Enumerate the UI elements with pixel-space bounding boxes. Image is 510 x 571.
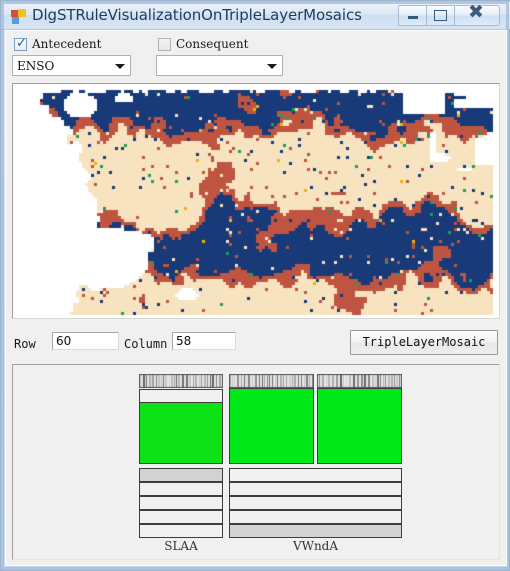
slaa-row-4[interactable] <box>139 510 223 524</box>
winforms-app-icon <box>11 9 26 24</box>
consequent-combobox[interactable] <box>156 55 283 76</box>
row-input-value: 60 <box>56 334 72 348</box>
column-input-value: 58 <box>176 334 192 348</box>
row-input[interactable]: 60 <box>52 332 119 350</box>
slaa-block-main[interactable] <box>139 402 223 464</box>
window-title: DlgSTRuleVisualizationOnTripleLayerMosai… <box>32 6 362 24</box>
chevron-down-icon <box>267 64 277 69</box>
vwnda-row-3[interactable] <box>229 496 402 510</box>
close-icon: ✖ <box>468 1 484 23</box>
slaa-row-5[interactable] <box>139 524 223 538</box>
mosaic-panel: SLAA VWndA <box>12 364 500 560</box>
maximize-icon <box>434 10 447 21</box>
slaa-block-top[interactable] <box>139 389 223 403</box>
vwnda-block-right[interactable] <box>317 388 402 464</box>
antecedent-combobox-value: ENSO <box>17 59 55 73</box>
spatial-mosaic-map[interactable] <box>13 84 499 318</box>
vwnda-row-1[interactable] <box>229 468 402 482</box>
column-input[interactable]: 58 <box>172 332 236 350</box>
vwnda-row-5[interactable] <box>229 524 402 538</box>
application-window: DlgSTRuleVisualizationOnTripleLayerMosai… <box>0 0 510 571</box>
row-label: Row <box>14 337 36 351</box>
slaa-row-3[interactable] <box>139 496 223 510</box>
triple-layer-mosaic-button[interactable]: TripleLayerMosaic <box>350 330 498 355</box>
slaa-density-stripe-bar <box>139 374 223 388</box>
consequent-checkbox[interactable] <box>158 38 171 51</box>
minimize-icon <box>408 16 418 19</box>
vwnda-row-4[interactable] <box>229 510 402 524</box>
antecedent-label: Antecedent <box>32 37 102 51</box>
title-bar: DlgSTRuleVisualizationOnTripleLayerMosai… <box>2 1 510 30</box>
slaa-row-2[interactable] <box>139 482 223 496</box>
chevron-down-icon <box>115 64 125 69</box>
consequent-label: Consequent <box>176 37 249 51</box>
vwnda-density-stripe-bar-left <box>229 374 314 388</box>
antecedent-combobox[interactable]: ENSO <box>12 55 131 76</box>
checkmark-icon: ✓ <box>16 36 27 51</box>
triple-layer-mosaic-button-label: TripleLayerMosaic <box>362 335 486 349</box>
vwnda-density-stripe-bar-right <box>317 374 402 388</box>
vwnda-block-left[interactable] <box>229 388 314 464</box>
vwnda-row-2[interactable] <box>229 482 402 496</box>
slaa-column-label: SLAA <box>164 539 198 553</box>
map-panel[interactable] <box>12 83 500 319</box>
vwnda-column-label: VWndA <box>292 539 339 553</box>
antecedent-checkbox[interactable]: ✓ <box>14 36 27 51</box>
column-label: Column <box>124 337 168 351</box>
client-area: ✓ Antecedent Consequent ENSO Row 60 Colu… <box>5 30 507 566</box>
slaa-row-1[interactable] <box>139 468 223 482</box>
